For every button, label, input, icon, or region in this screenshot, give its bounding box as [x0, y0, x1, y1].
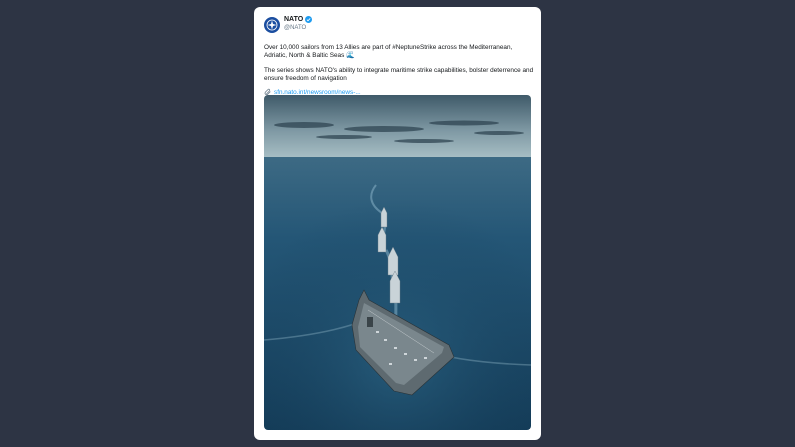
wave-emoji-icon: 🌊	[346, 52, 355, 59]
tweet-card: NATO @NATO Over 10,000 sailors from 13 A…	[254, 7, 541, 440]
tweet-text-line1: Over 10,000 sailors from 13 Allies are p…	[264, 44, 513, 59]
verified-badge-icon	[305, 16, 313, 23]
author-name[interactable]: NATO	[284, 16, 303, 23]
author-handle[interactable]: @NATO	[284, 25, 312, 31]
tweet-header: NATO @NATO	[264, 16, 313, 36]
tweet-text: Over 10,000 sailors from 13 Allies are p…	[264, 44, 534, 90]
nato-compass-icon	[266, 19, 278, 31]
avatar[interactable]	[264, 17, 280, 33]
tweet-photo[interactable]	[264, 95, 531, 430]
aerial-fleet-photo	[264, 95, 531, 430]
tweet-text-line2: The series shows NATO's ability to integ…	[264, 67, 534, 82]
